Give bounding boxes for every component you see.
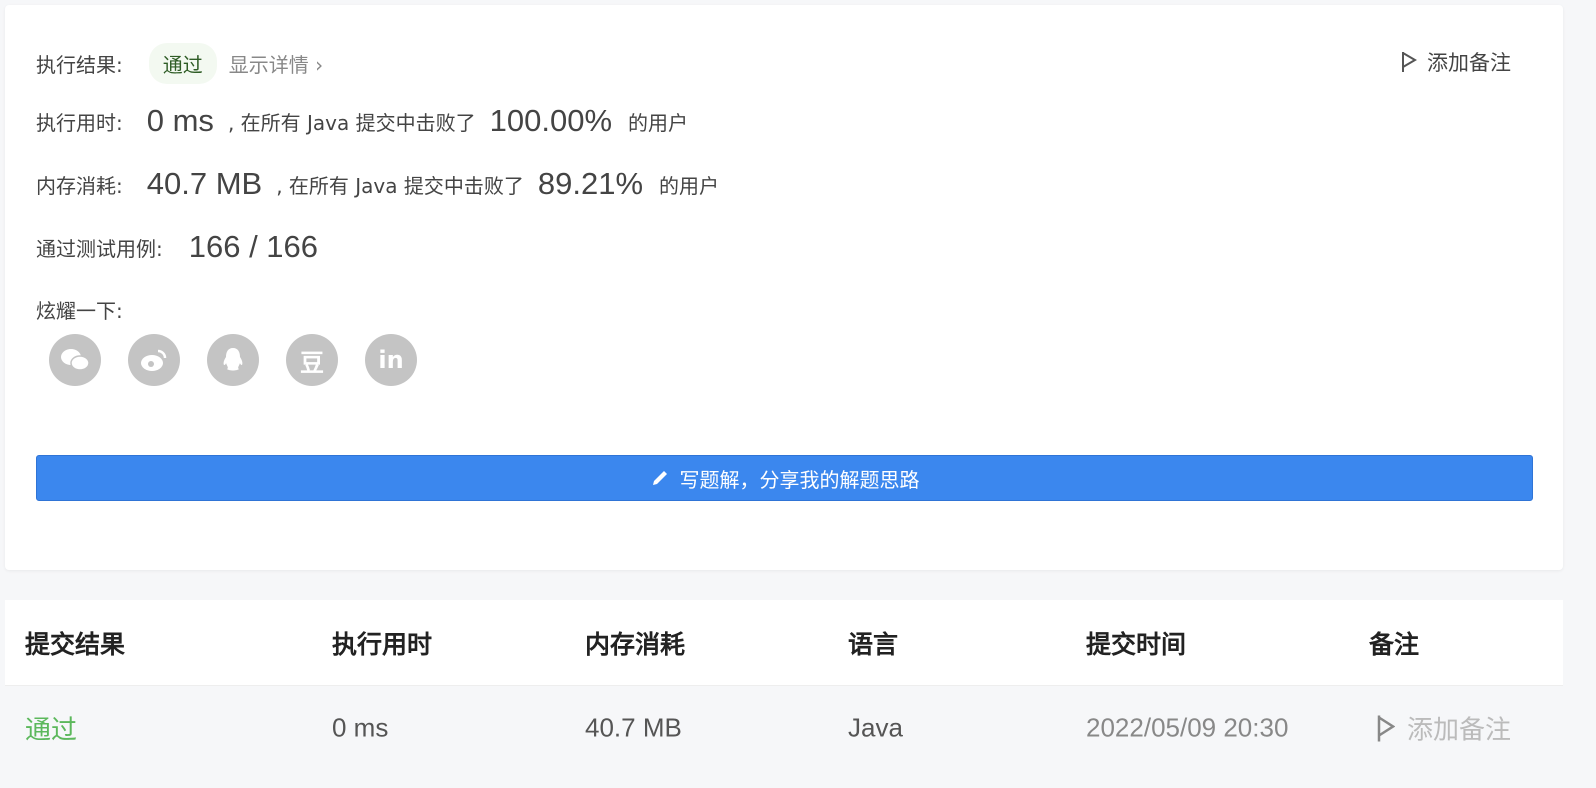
- douban-icon[interactable]: 豆: [286, 334, 338, 386]
- tests-value: 166 / 166: [188, 229, 319, 264]
- linkedin-icon[interactable]: in: [365, 334, 417, 386]
- share-label: 炫耀一下:: [36, 299, 123, 323]
- runtime-row: 执行用时: 0 ms , 在所有 Java 提交中击败了 100.00% 的用户: [36, 103, 688, 139]
- header-result: 提交结果: [25, 629, 126, 659]
- header-runtime: 执行用时: [332, 629, 433, 659]
- row-language: Java: [848, 712, 903, 743]
- memory-row: 内存消耗: 40.7 MB , 在所有 Java 提交中击败了 89.21% 的…: [36, 166, 719, 202]
- show-details-link[interactable]: 显示详情 ›: [229, 49, 323, 78]
- share-icons: 豆 in: [49, 334, 417, 386]
- tests-row: 通过测试用例: 166 / 166: [36, 229, 318, 265]
- row-runtime: 0 ms: [332, 712, 389, 743]
- flag-icon: [1402, 52, 1417, 72]
- row-add-note-label: 添加备注: [1407, 714, 1512, 745]
- row-result-link[interactable]: 通过: [25, 710, 77, 747]
- table-header: 提交结果 执行用时 内存消耗 语言 提交时间 备注: [5, 600, 1563, 685]
- write-solution-label: 写题解，分享我的解题思路: [679, 467, 920, 492]
- row-memory: 40.7 MB: [585, 712, 682, 743]
- pencil-icon: [652, 471, 667, 485]
- header-memory: 内存消耗: [585, 629, 686, 659]
- header-note: 备注: [1369, 629, 1420, 659]
- memory-text: , 在所有 Java 提交中击败了: [276, 173, 524, 198]
- add-note-button[interactable]: 添加备注: [1401, 47, 1511, 77]
- result-card: 执行结果: 通过 显示详情 › 添加备注 执行用时: 0 ms , 在所有 Ja…: [5, 5, 1563, 570]
- header-language: 语言: [848, 629, 899, 659]
- tests-label: 通过测试用例:: [36, 236, 163, 261]
- add-note-label: 添加备注: [1427, 51, 1511, 75]
- submissions-table: 提交结果 执行用时 内存消耗 语言 提交时间 备注 通过 0 ms 40.7 M…: [5, 600, 1563, 770]
- result-row: 执行结果: 通过 显示详情 ›: [36, 43, 323, 84]
- result-label: 执行结果:: [36, 53, 123, 77]
- weibo-icon[interactable]: [128, 334, 180, 386]
- runtime-label: 执行用时:: [36, 110, 123, 135]
- memory-percent: 89.21%: [537, 166, 644, 201]
- status-badge: 通过: [148, 43, 217, 84]
- row-time: 2022/05/09 20:30: [1086, 712, 1289, 743]
- memory-value: 40.7 MB: [146, 166, 263, 201]
- write-solution-button[interactable]: 写题解，分享我的解题思路: [36, 455, 1533, 501]
- runtime-suffix: 的用户: [628, 110, 689, 135]
- flag-icon: [1377, 715, 1395, 741]
- header-time: 提交时间: [1086, 629, 1187, 659]
- memory-suffix: 的用户: [659, 173, 720, 198]
- runtime-value: 0 ms: [146, 103, 214, 138]
- wechat-icon[interactable]: [49, 334, 101, 386]
- row-add-note-button[interactable]: 添加备注: [1377, 710, 1511, 747]
- qq-icon[interactable]: [207, 334, 259, 386]
- share-row: 炫耀一下:: [36, 295, 123, 324]
- memory-label: 内存消耗:: [36, 173, 123, 198]
- table-row[interactable]: 通过 0 ms 40.7 MB Java 2022/05/09 20:30 添加…: [5, 685, 1563, 770]
- runtime-percent: 100.00%: [489, 103, 613, 138]
- runtime-text: , 在所有 Java 提交中击败了: [227, 110, 476, 135]
